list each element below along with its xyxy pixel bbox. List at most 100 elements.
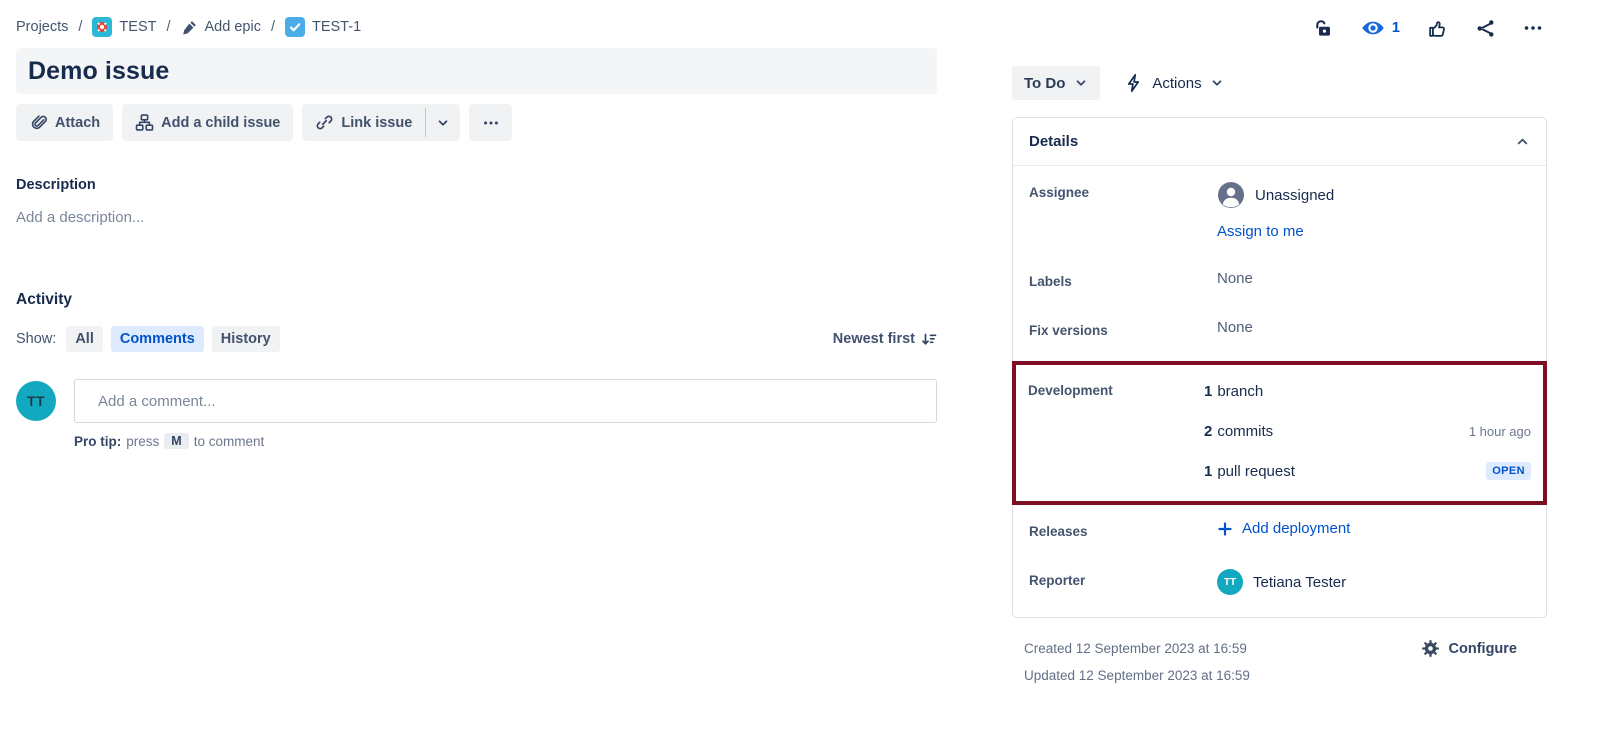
dev-pull-request-link[interactable]: 1 pull request OPEN — [1204, 451, 1531, 491]
attach-button[interactable]: Attach — [16, 104, 113, 141]
add-child-issue-button[interactable]: Add a child issue — [122, 104, 293, 141]
development-label: Development — [1028, 371, 1204, 398]
branch-count: 1 — [1204, 383, 1212, 400]
more-horizontal-icon — [482, 114, 500, 132]
add-child-issue-label: Add a child issue — [161, 115, 280, 131]
watch-button[interactable]: 1 — [1361, 16, 1400, 40]
commits-count: 2 — [1204, 423, 1212, 440]
pull-request-status-badge: OPEN — [1486, 462, 1531, 480]
reporter-label: Reporter — [1029, 569, 1217, 588]
protip-suffix: to comment — [194, 434, 265, 449]
breadcrumb-projects[interactable]: Projects — [16, 19, 68, 35]
chevron-up-icon — [1515, 134, 1530, 149]
unassigned-avatar-icon — [1217, 181, 1245, 209]
filter-history-button[interactable]: History — [212, 326, 280, 352]
filter-comments-button[interactable]: Comments — [111, 326, 204, 352]
link-issue-label: Link issue — [341, 115, 412, 131]
show-label: Show: — [16, 331, 56, 347]
fix-versions-label: Fix versions — [1029, 319, 1217, 338]
protip-press: press — [126, 434, 159, 449]
child-issues-icon — [135, 113, 154, 132]
toolbar-more-button[interactable] — [469, 104, 512, 141]
protip-bold: Pro tip: — [74, 434, 121, 449]
configure-label: Configure — [1449, 641, 1517, 657]
description-heading: Description — [16, 177, 937, 193]
main-column: Projects / TES — [16, 0, 937, 689]
add-comment-row: TT — [16, 379, 937, 423]
dev-commits-link[interactable]: 2 commits 1 hour ago — [1204, 411, 1531, 451]
status-dropdown[interactable]: To Do — [1012, 66, 1100, 100]
branch-text: branch — [1217, 383, 1263, 400]
plus-icon — [1217, 521, 1233, 537]
configure-button[interactable]: Configure — [1421, 639, 1547, 658]
fix-versions-value[interactable]: None — [1217, 319, 1530, 336]
filter-all-button[interactable]: All — [66, 326, 103, 352]
breadcrumb-issue[interactable]: TEST-1 — [285, 17, 361, 37]
protip-keycap: M — [164, 433, 188, 449]
sort-descending-icon — [921, 331, 937, 347]
assignee-label: Assignee — [1029, 181, 1217, 200]
thumbs-up-icon — [1427, 18, 1448, 39]
link-issue-dropdown-button[interactable] — [426, 104, 460, 141]
share-button[interactable] — [1475, 18, 1496, 39]
breadcrumb-epic-label: Add epic — [205, 19, 261, 35]
current-user-avatar[interactable]: TT — [16, 381, 56, 421]
chevron-down-icon — [1210, 76, 1224, 90]
breadcrumb-project[interactable]: TEST — [92, 17, 156, 37]
comment-protip: Pro tip: press M to comment — [74, 433, 937, 449]
eye-icon — [1361, 16, 1385, 40]
status-label: To Do — [1024, 75, 1065, 92]
restrict-access-button[interactable] — [1313, 18, 1334, 39]
development-field-highlighted: Development 1 branch 2 commits 1 hour ag… — [1012, 361, 1547, 505]
sort-order-button[interactable]: Newest first — [833, 331, 937, 347]
more-actions-button[interactable] — [1523, 18, 1543, 38]
breadcrumb-add-epic[interactable]: Add epic — [181, 19, 261, 36]
dev-branch-link[interactable]: 1 branch — [1204, 371, 1531, 411]
paperclip-icon — [29, 113, 48, 132]
labels-value[interactable]: None — [1217, 270, 1530, 287]
attach-label: Attach — [55, 115, 100, 131]
gear-icon — [1421, 639, 1440, 658]
link-icon — [315, 113, 334, 132]
commits-text: commits — [1217, 423, 1273, 440]
labels-field: Labels None — [1013, 255, 1546, 304]
details-panel-header[interactable]: Details — [1013, 118, 1546, 166]
sidebar: 1 — [1012, 0, 1547, 689]
reporter-value[interactable]: TT Tetiana Tester — [1217, 569, 1530, 595]
commits-timestamp: 1 hour ago — [1469, 424, 1531, 439]
chevron-down-icon — [436, 116, 450, 130]
issue-header-actions: 1 — [1012, 13, 1547, 43]
share-icon — [1475, 18, 1496, 39]
sort-order-label: Newest first — [833, 331, 915, 347]
releases-field: Releases Add deployment — [1013, 505, 1546, 554]
add-deployment-link[interactable]: Add deployment — [1217, 520, 1530, 537]
pencil-icon — [181, 19, 198, 36]
page-title: Demo issue — [28, 57, 169, 86]
reporter-avatar: TT — [1217, 569, 1243, 595]
status-row: To Do Actions — [1012, 66, 1547, 100]
unlock-icon — [1313, 18, 1334, 39]
breadcrumb: Projects / TES — [16, 17, 937, 37]
labels-label: Labels — [1029, 270, 1217, 289]
link-issue-button[interactable]: Link issue — [302, 104, 425, 141]
assign-to-me-link[interactable]: Assign to me — [1217, 223, 1304, 240]
releases-label: Releases — [1029, 520, 1217, 539]
actions-dropdown[interactable]: Actions — [1124, 73, 1223, 93]
reporter-name: Tetiana Tester — [1253, 574, 1346, 591]
activity-filter-row: Show: All Comments History Newest first — [16, 326, 937, 352]
comment-input[interactable] — [74, 379, 937, 423]
sidebar-footer: Created 12 September 2023 at 16:59 Updat… — [1012, 635, 1547, 689]
watchers-count: 1 — [1392, 20, 1400, 36]
issue-page: Projects / TES — [0, 0, 1598, 689]
vote-thumbs-up-button[interactable] — [1427, 18, 1448, 39]
created-date: Created 12 September 2023 at 16:59 — [1024, 635, 1250, 662]
issue-dates: Created 12 September 2023 at 16:59 Updat… — [1024, 635, 1250, 689]
details-title: Details — [1029, 133, 1078, 150]
assignee-field: Assignee Unassigned Assign to me — [1013, 166, 1546, 255]
description-placeholder[interactable]: Add a description... — [16, 209, 937, 226]
pull-request-text: pull request — [1217, 463, 1295, 480]
issue-title-field[interactable]: Demo issue — [16, 48, 937, 94]
activity-heading: Activity — [16, 291, 937, 309]
task-type-icon — [285, 17, 305, 37]
assignee-value[interactable]: Unassigned — [1217, 181, 1530, 209]
